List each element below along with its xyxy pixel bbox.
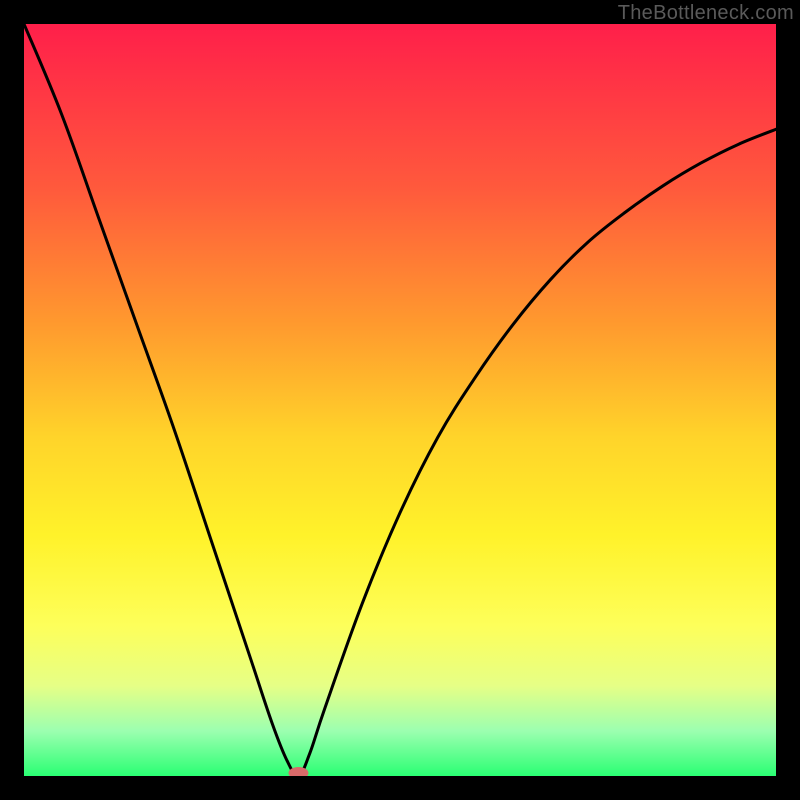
bottleneck-curve bbox=[24, 24, 776, 776]
chart-svg bbox=[24, 24, 776, 776]
chart-frame: TheBottleneck.com bbox=[0, 0, 800, 800]
plot-area bbox=[24, 24, 776, 776]
watermark-text: TheBottleneck.com bbox=[618, 2, 794, 25]
